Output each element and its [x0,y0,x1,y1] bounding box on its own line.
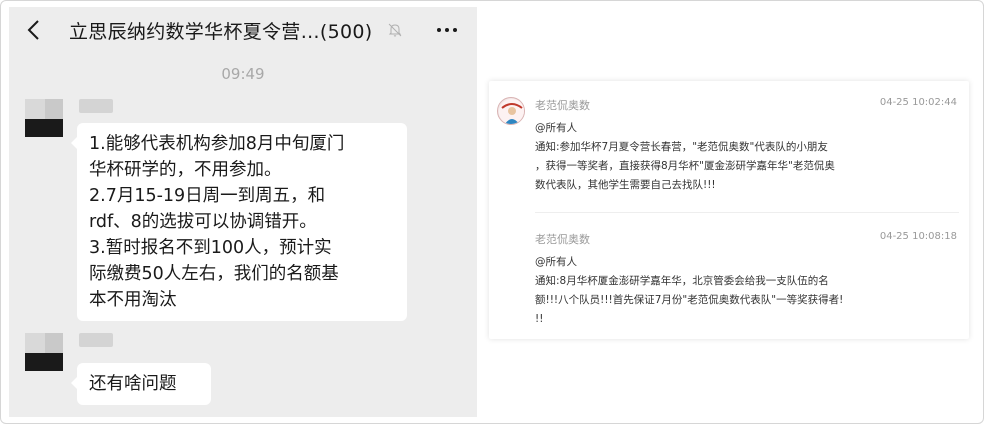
post-date: 04-25 10:02:44 [879,97,957,108]
post-body: @所有人 通知:8月华杯厦金澎研学嘉年华，北京管委会给我一支队伍的名 额!!!八… [535,253,959,329]
post-line: ，获得一等奖者，直接获得8月华杯"厦金澎研学嘉年华"老范侃奥 [535,160,835,172]
message-line: 本不用淘汰 [89,290,177,310]
chat-header: 立思辰纳约数学华杯夏令营…(500) [9,7,477,53]
back-icon[interactable] [25,19,43,41]
post-line: @所有人 [535,256,577,268]
chat-title: 立思辰纳约数学华杯夏令营…(500) [69,21,373,43]
sender-name-blurred [79,99,113,113]
notice-post: 老范侃奥数 04-25 10:08:18 @所有人 通知:8月华杯厦金澎研学嘉年… [535,231,959,329]
avatar[interactable] [25,99,63,137]
post-line: 数代表队，其他学生需要自己去找队!!! [535,179,716,191]
post-line: 通知:8月华杯厦金澎研学嘉年华，北京管委会给我一支队伍的名 [535,275,829,287]
avatar[interactable] [25,333,63,371]
post-divider [535,212,959,213]
poster-avatar[interactable] [497,97,525,125]
message-line: 2.7月15-19日周一到周五，和 [89,186,326,206]
post-line: !! [535,313,544,325]
message-bubble[interactable]: 1.能够代表机构参加8月中旬厦门 华杯研学的，不用参加。 2.7月15-19日周… [71,123,407,321]
avatar-figure-icon [499,99,524,124]
group-notice-card: 老范侃奥数 04-25 10:02:44 @所有人 通知:参加华杯7月夏令营长春… [489,81,969,339]
message-text: 还有啥问题 [89,374,177,394]
message-line: 际缴费50人左右，我们的名额基 [89,264,339,284]
message-line: 3.暂时报名不到100人，预计实 [89,238,332,258]
message-line: 1.能够代表机构参加8月中旬厦门 [89,134,345,154]
notice-post: 老范侃奥数 04-25 10:02:44 @所有人 通知:参加华杯7月夏令营长春… [535,97,959,195]
post-date: 04-25 10:08:18 [879,231,957,242]
more-icon[interactable] [433,20,461,40]
sender-name-blurred [79,333,113,347]
screenshot-frame: 立思辰纳约数学华杯夏令营…(500) 09:49 1.能够代表机构参加8月中旬厦… [0,0,984,424]
post-line: @所有人 [535,122,577,134]
mute-icon [388,23,402,37]
chat-panel: 立思辰纳约数学华杯夏令营…(500) 09:49 1.能够代表机构参加8月中旬厦… [9,7,477,417]
message-line: rdf、8的选拔可以协调错开。 [89,212,317,232]
message-line: 华杯研学的，不用参加。 [89,160,282,180]
post-line: 通知:参加华杯7月夏令营长春营，"老范侃奥数"代表队的小朋友 [535,141,828,153]
post-body: @所有人 通知:参加华杯7月夏令营长春营，"老范侃奥数"代表队的小朋友 ，获得一… [535,119,959,195]
post-line: 额!!!八个队员!!!首先保证7月份"老范侃奥数代表队"一等奖获得者! [535,294,844,306]
message-timestamp: 09:49 [221,65,265,83]
message-bubble[interactable]: 还有啥问题 [71,363,211,405]
